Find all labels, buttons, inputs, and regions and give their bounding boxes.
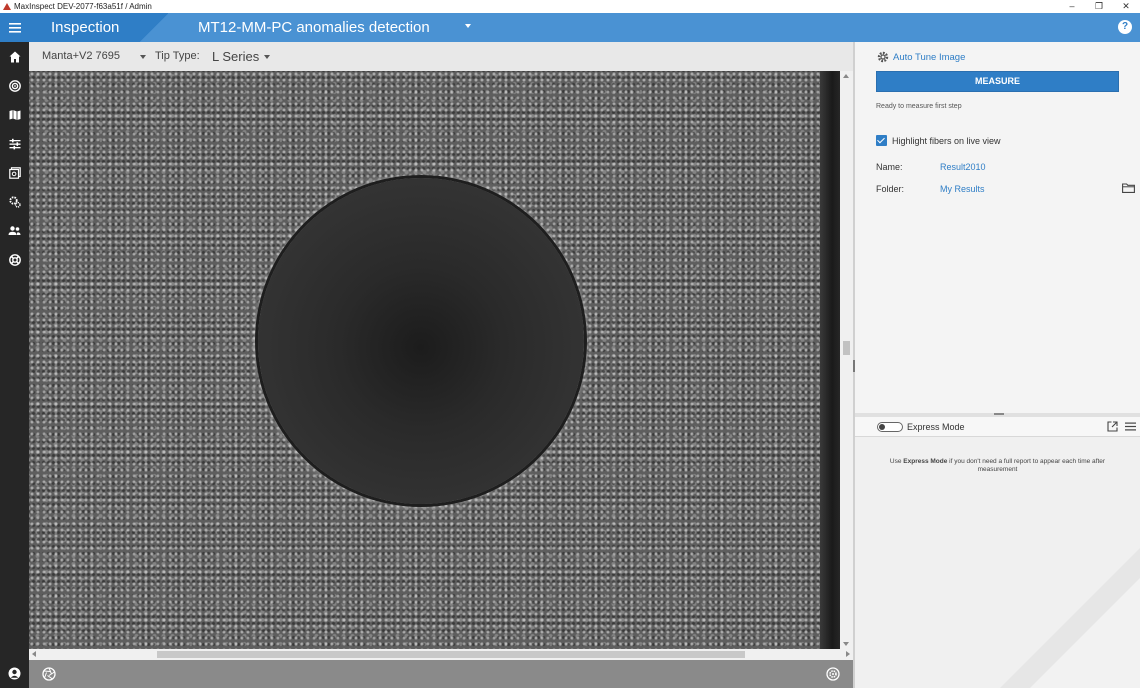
menu-icon[interactable]: [1125, 422, 1136, 431]
header-divider: [140, 13, 168, 42]
home-icon: [9, 51, 20, 62]
divider-grip[interactable]: [994, 413, 1004, 415]
sidebar-item-inspection[interactable]: [0, 71, 29, 100]
scroll-up-icon[interactable]: [843, 74, 849, 78]
express-mode-hint: Use Express Mode if you don't need a ful…: [889, 458, 1106, 473]
recipe-selector[interactable]: MT12-MM-PC anomalies detection: [198, 18, 430, 37]
tip-type-selector[interactable]: L Series: [212, 49, 259, 64]
camera-toolbar: Manta+V2 7695 Tip Type: L Series: [29, 42, 853, 71]
aperture-icon[interactable]: [42, 667, 56, 681]
scroll-left-icon[interactable]: [32, 651, 36, 657]
sliders-icon: [9, 138, 20, 149]
chevron-down-icon[interactable]: [465, 24, 471, 28]
map-icon: [9, 109, 20, 120]
camera-selector[interactable]: Manta+V2 7695: [42, 50, 120, 62]
sidebar-item-settings[interactable]: [0, 187, 29, 216]
hamburger-menu-button[interactable]: [0, 13, 29, 42]
folder-label: Folder:: [876, 184, 905, 194]
sidebar-item-account[interactable]: [0, 659, 29, 688]
scroll-right-icon[interactable]: [846, 651, 850, 657]
vertical-scrollbar[interactable]: [840, 71, 853, 649]
settings-icon: [8, 195, 21, 208]
close-button[interactable]: ✕: [1112, 0, 1140, 13]
image-edge: [820, 71, 840, 649]
hamburger-icon: [8, 22, 21, 33]
scroll-down-icon[interactable]: [843, 642, 849, 646]
minimize-button[interactable]: –: [1058, 0, 1086, 13]
users-icon: [8, 225, 21, 235]
result-name-field[interactable]: Result2010: [940, 162, 986, 172]
help-icon[interactable]: ?: [1118, 20, 1132, 34]
name-label: Name:: [876, 162, 903, 172]
user-icon: [8, 667, 21, 680]
measure-button[interactable]: MEASURE: [876, 71, 1119, 92]
sidebar-item-map[interactable]: [0, 100, 29, 129]
sidebar-item-adjustments[interactable]: [0, 129, 29, 158]
image-controls-bar: [29, 660, 853, 688]
gallery-icon: [8, 166, 21, 179]
highlight-fibers-label: Highlight fibers on live view: [892, 135, 1001, 146]
highlight-fibers-checkbox[interactable]: [876, 135, 887, 146]
express-mode-header: Express Mode: [855, 417, 1140, 437]
target-icon: [8, 79, 21, 92]
popout-icon[interactable]: [1107, 421, 1118, 432]
chevron-down-icon[interactable]: [140, 55, 146, 59]
express-mode-panel: Express Mode Use Express Mode if you don…: [855, 417, 1140, 688]
auto-tune-label: Auto Tune Image: [893, 51, 966, 63]
fiber-endface: [258, 178, 584, 504]
horizontal-scrollbar[interactable]: [29, 649, 853, 660]
chevron-down-icon[interactable]: [264, 55, 270, 59]
express-mode-toggle[interactable]: [877, 422, 903, 432]
section-title: Inspection: [51, 19, 120, 36]
result-folder-field[interactable]: My Results: [940, 184, 985, 194]
express-mode-label: Express Mode: [907, 422, 965, 432]
gear-icon: [877, 51, 889, 63]
sidebar-item-gallery[interactable]: [0, 158, 29, 187]
window-title: MaxInspect DEV-2077-f63a51f / Admin: [14, 2, 152, 11]
sidebar-item-users[interactable]: [0, 216, 29, 245]
folder-icon[interactable]: [1122, 183, 1135, 193]
window-titlebar: MaxInspect DEV-2077-f63a51f / Admin – ❐ …: [0, 0, 1140, 13]
measurement-panel: Auto Tune Image MEASURE Ready to measure…: [855, 42, 1140, 413]
sidebar-item-support[interactable]: [0, 245, 29, 274]
restore-button[interactable]: ❐: [1085, 0, 1113, 13]
live-view-image[interactable]: [29, 71, 840, 649]
scroll-thumb[interactable]: [843, 341, 850, 355]
scroll-thumb[interactable]: [157, 651, 745, 658]
nav-sidebar: [0, 42, 29, 688]
app-logo-icon: [3, 3, 11, 10]
gear-icon[interactable]: [826, 667, 840, 681]
status-text: Ready to measure first step: [876, 103, 962, 110]
toggle-knob: [879, 424, 885, 430]
tip-type-label: Tip Type:: [155, 50, 200, 62]
auto-tune-link[interactable]: Auto Tune Image: [877, 51, 965, 63]
highlight-fibers-option[interactable]: Highlight fibers on live view: [876, 135, 1001, 146]
support-icon: [8, 253, 21, 266]
sidebar-item-home[interactable]: [0, 42, 29, 71]
app-header: Inspection MT12-MM-PC anomalies detectio…: [0, 13, 1140, 42]
corner-decoration: [1000, 548, 1140, 688]
